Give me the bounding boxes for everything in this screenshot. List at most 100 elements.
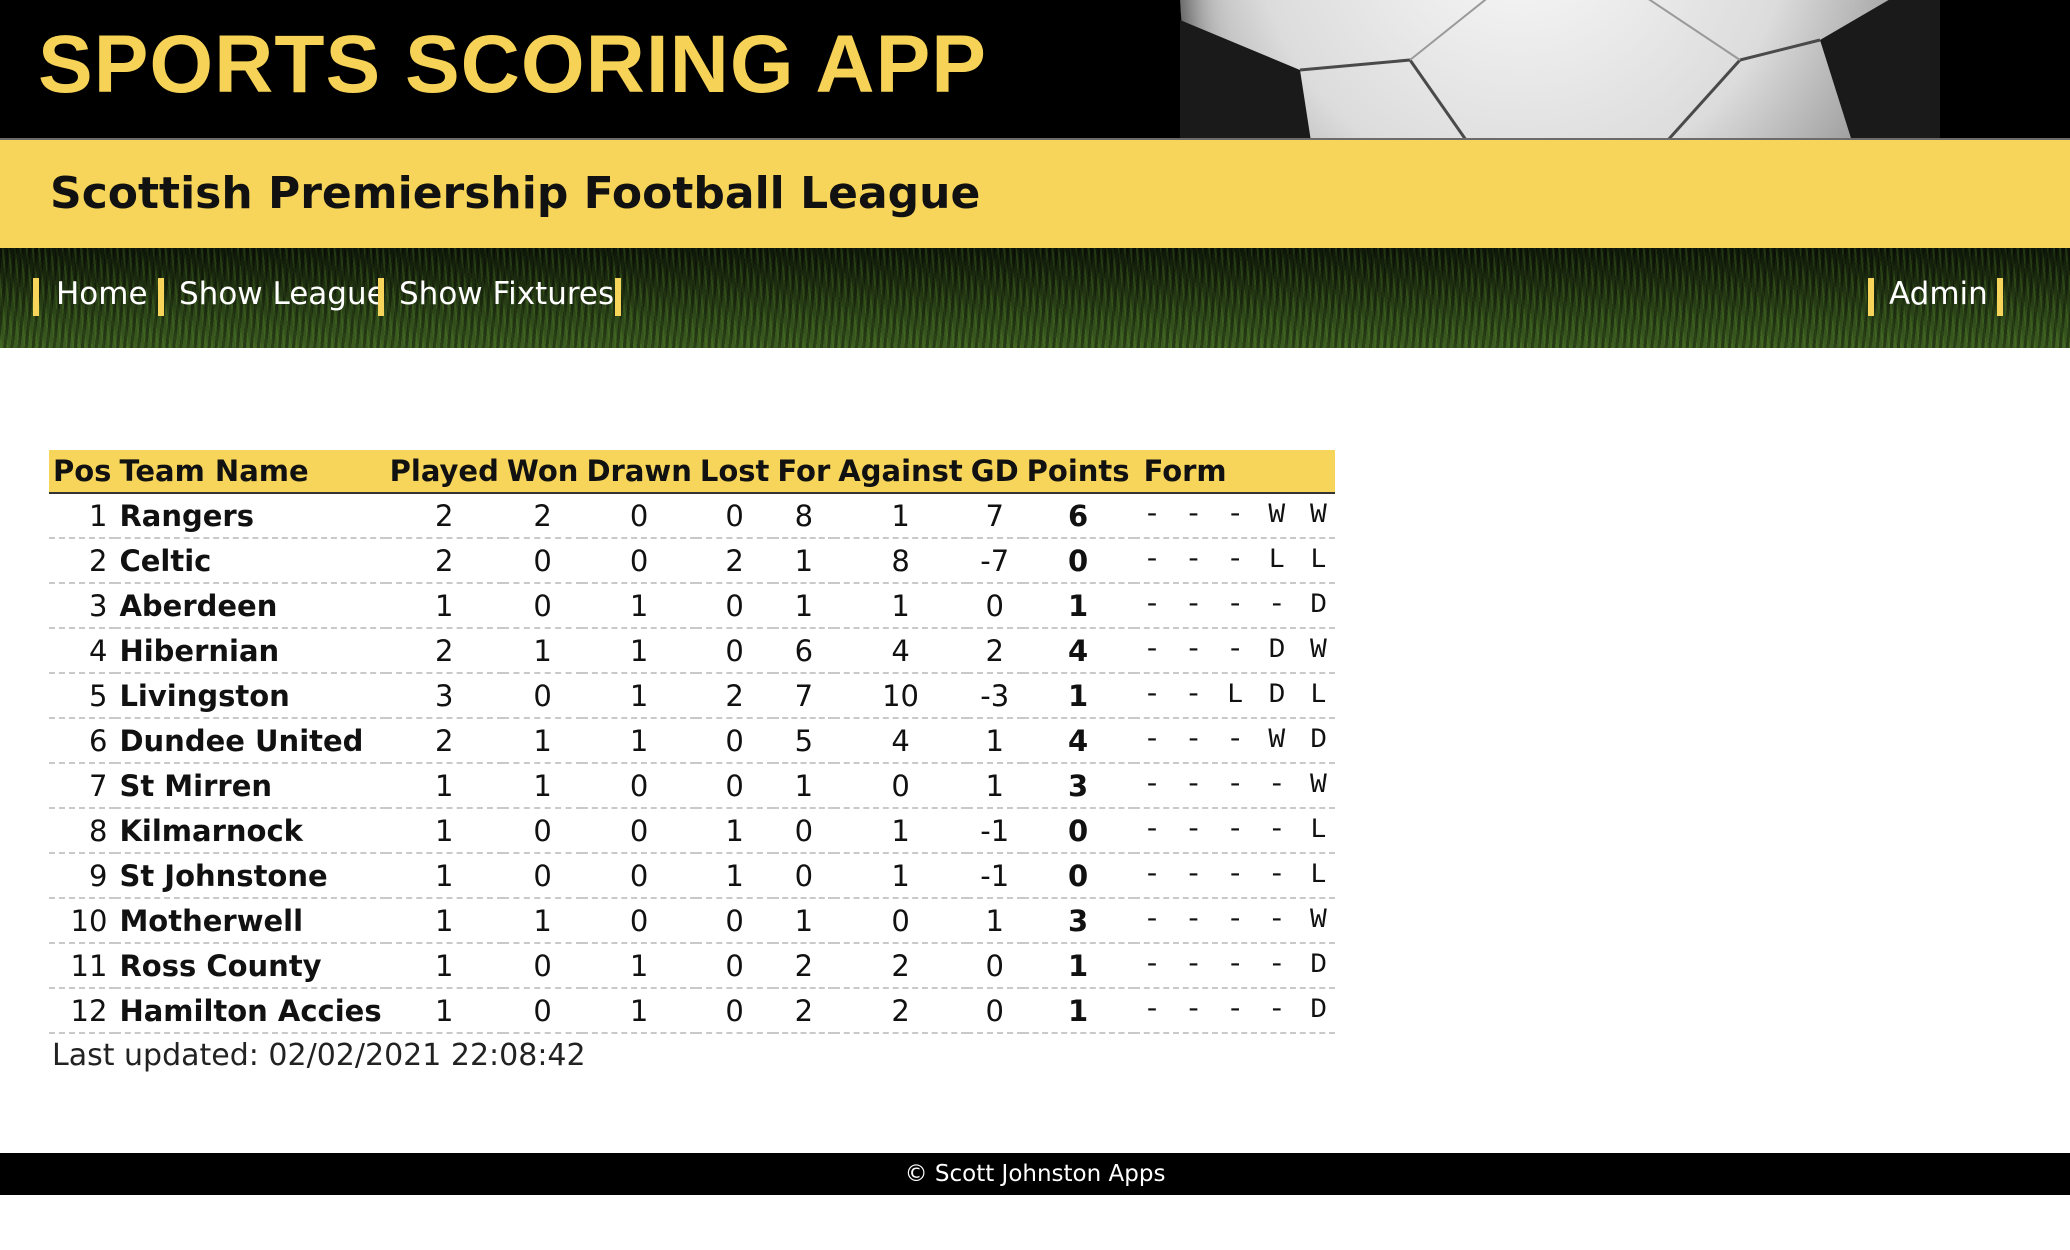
lost-value: 0 — [695, 628, 774, 674]
team-pos: 4 — [49, 628, 116, 674]
nav-divider — [158, 278, 164, 316]
goal-difference-value: 7 — [966, 493, 1023, 539]
goal-difference-value: 2 — [966, 628, 1023, 674]
team-pos: 12 — [49, 988, 116, 1034]
footer: © Scott Johnston Apps — [0, 1153, 2070, 1195]
table-header-row: Pos Team Name Played Won Drawn Lost For … — [49, 450, 1335, 494]
table-row: 9 St Johnstone 1 0 0 1 0 1 -1 0- - - - L — [49, 853, 1335, 899]
nav-show-fixtures-link[interactable]: Show Fixtures — [399, 276, 614, 312]
won-value: 2 — [502, 493, 583, 539]
col-header-won: Won — [502, 450, 583, 494]
form-guide: - - - - D — [1133, 988, 1335, 1034]
played-value: 1 — [385, 943, 503, 989]
won-value: 0 — [502, 673, 583, 719]
goal-difference-value: -7 — [966, 538, 1023, 584]
won-value: 1 — [502, 763, 583, 809]
played-value: 1 — [385, 988, 503, 1034]
won-value: 0 — [502, 853, 583, 899]
form-guide: - - - - L — [1133, 853, 1335, 899]
nav-divider — [1997, 278, 2003, 316]
points-value: 3 — [1022, 898, 1134, 944]
goals-against-value: 4 — [834, 628, 967, 674]
goals-for-value: 2 — [773, 988, 835, 1034]
table-row: 3 Aberdeen 1 0 1 0 1 1 0 1- - - - D — [49, 583, 1335, 629]
team-name: Celtic — [115, 538, 386, 584]
nav-admin-link[interactable]: Admin — [1889, 276, 1988, 312]
table-body: 1 Rangers 2 2 0 0 8 1 7 6- - - W W 2 Celtic 2 0 0 2 1 8 -7… — [49, 493, 1335, 1034]
goals-for-value: 1 — [773, 538, 835, 584]
lost-value: 0 — [695, 988, 774, 1034]
nav-show-league-link[interactable]: Show League — [179, 276, 386, 312]
won-value: 0 — [502, 943, 583, 989]
goal-difference-value: -1 — [966, 853, 1023, 899]
lost-value: 0 — [695, 943, 774, 989]
drawn-value: 1 — [582, 583, 696, 629]
footer-copyright: © Scott Johnston Apps — [904, 1161, 1166, 1187]
team-name: Motherwell — [115, 898, 386, 944]
team-pos: 7 — [49, 763, 116, 809]
team-name: Rangers — [115, 493, 386, 539]
goals-against-value: 1 — [834, 808, 967, 854]
goal-difference-value: -3 — [966, 673, 1023, 719]
col-header-team-name: Team Name — [115, 450, 386, 494]
goals-against-value: 2 — [834, 988, 967, 1034]
league-table: Pos Team Name Played Won Drawn Lost For … — [49, 450, 1335, 1034]
team-name: Aberdeen — [115, 583, 386, 629]
won-value: 0 — [502, 538, 583, 584]
table-row: 6 Dundee United 2 1 1 0 5 4 1 4- - - W D — [49, 718, 1335, 764]
drawn-value: 1 — [582, 943, 696, 989]
col-header-points: Points — [1022, 450, 1134, 494]
drawn-value: 1 — [582, 988, 696, 1034]
goals-for-value: 2 — [773, 943, 835, 989]
drawn-value: 0 — [582, 493, 696, 539]
team-name: St Johnstone — [115, 853, 386, 899]
goals-against-value: 0 — [834, 763, 967, 809]
goals-against-value: 2 — [834, 943, 967, 989]
col-header-gd: GD — [966, 450, 1023, 494]
won-value: 1 — [502, 718, 583, 764]
goal-difference-value: 0 — [966, 583, 1023, 629]
played-value: 1 — [385, 808, 503, 854]
team-name: Hamilton Accies — [115, 988, 386, 1034]
goal-difference-value: 0 — [966, 988, 1023, 1034]
lost-value: 2 — [695, 673, 774, 719]
table-row: 1 Rangers 2 2 0 0 8 1 7 6- - - W W — [49, 493, 1335, 539]
goals-for-value: 1 — [773, 898, 835, 944]
team-pos: 3 — [49, 583, 116, 629]
app-title: SPORTS SCORING APP — [38, 19, 987, 110]
table-row: 12 Hamilton Accies 1 0 1 0 2 2 0 1- - - - D — [49, 988, 1335, 1034]
points-value: 1 — [1022, 673, 1134, 719]
col-header-drawn: Drawn — [582, 450, 696, 494]
goals-against-value: 1 — [834, 493, 967, 539]
played-value: 1 — [385, 763, 503, 809]
points-value: 4 — [1022, 718, 1134, 764]
team-name: Kilmarnock — [115, 808, 386, 854]
form-guide: - - - - D — [1133, 583, 1335, 629]
won-value: 1 — [502, 898, 583, 944]
lost-value: 1 — [695, 853, 774, 899]
played-value: 2 — [385, 628, 503, 674]
lost-value: 2 — [695, 538, 774, 584]
played-value: 2 — [385, 493, 503, 539]
goals-for-value: 5 — [773, 718, 835, 764]
league-banner: Scottish Premiership Football League — [0, 138, 2070, 248]
col-header-lost: Lost — [695, 450, 774, 494]
lost-value: 0 — [695, 583, 774, 629]
goal-difference-value: 1 — [966, 898, 1023, 944]
played-value: 3 — [385, 673, 503, 719]
nav-divider — [378, 278, 384, 316]
form-guide: - - L D L — [1133, 673, 1335, 719]
nav-home-link[interactable]: Home — [56, 276, 148, 312]
goal-difference-value: 1 — [966, 718, 1023, 764]
team-pos: 1 — [49, 493, 116, 539]
col-header-pos: Pos — [49, 450, 116, 494]
points-value: 6 — [1022, 493, 1134, 539]
drawn-value: 0 — [582, 808, 696, 854]
goals-for-value: 1 — [773, 763, 835, 809]
form-guide: - - - - W — [1133, 898, 1335, 944]
team-name: Ross County — [115, 943, 386, 989]
lost-value: 0 — [695, 718, 774, 764]
goals-for-value: 8 — [773, 493, 835, 539]
form-guide: - - - L L — [1133, 538, 1335, 584]
played-value: 1 — [385, 853, 503, 899]
